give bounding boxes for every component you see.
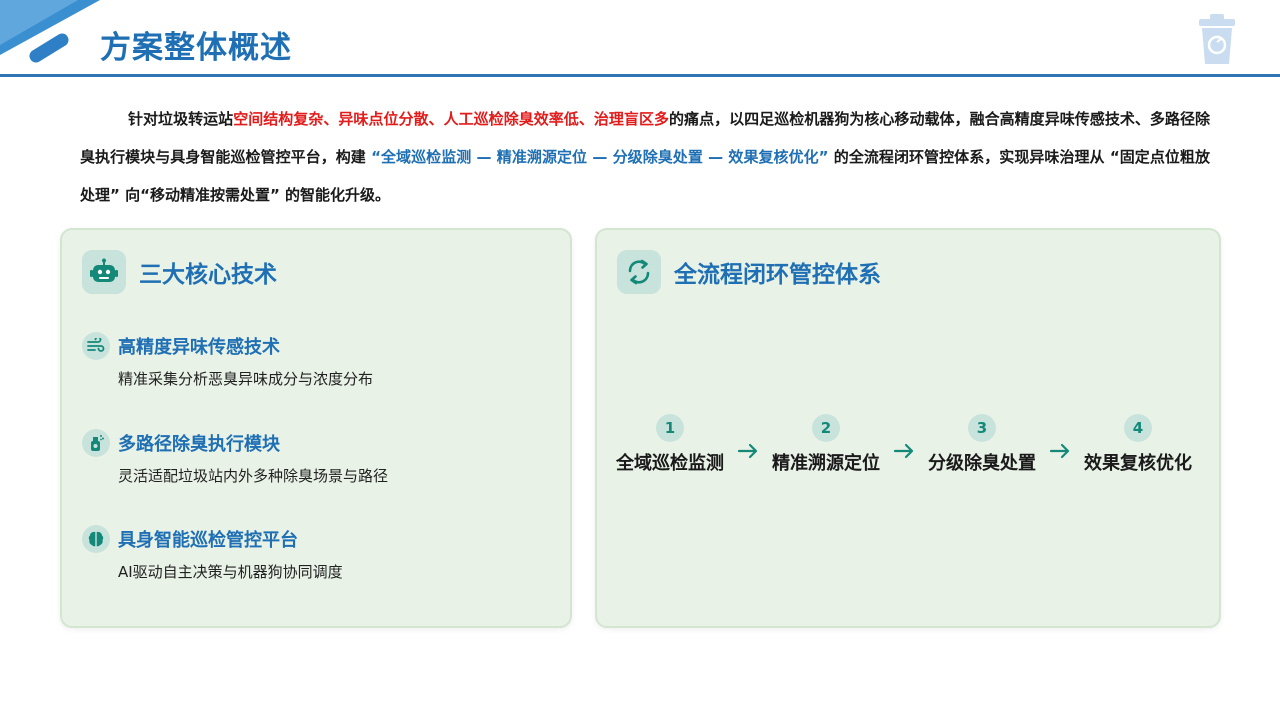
process-step: 3 分级除臭处置	[925, 414, 1039, 475]
step-label: 分级除臭处置	[928, 453, 1036, 474]
step-number: 2	[812, 414, 840, 442]
pain-points-highlight: 空间结构复杂、异味点位分散、人工巡检除臭效率低、治理盲区多	[233, 110, 670, 128]
step-number: 1	[656, 414, 684, 442]
brain-icon	[82, 525, 110, 553]
arrow-right-icon	[883, 438, 925, 464]
spray-icon	[82, 429, 110, 457]
step-label: 精准溯源定位	[772, 453, 880, 474]
tech-item-name: 高精度异味传感技术	[118, 337, 280, 358]
tech-item-desc: AI驱动自主决策与机器狗协同调度	[118, 563, 343, 581]
step-label: 全域巡检监测	[616, 453, 724, 474]
page-title: 方案整体概述	[100, 30, 292, 66]
step-label: 效果复核优化	[1084, 453, 1192, 474]
process-step: 2 精准溯源定位	[769, 414, 883, 475]
process-steps: 1 全域巡检监测 2 精准溯源定位 3 分级除臭处置 4 效果复核优化	[613, 414, 1195, 475]
tech-item: 高精度异味传感技术 精准采集分析恶臭异味成分与浓度分布	[82, 332, 373, 389]
tech-item-name: 具身智能巡检管控平台	[118, 530, 298, 551]
core-tech-title: 三大核心技术	[139, 262, 277, 288]
tech-item-name: 多路径除臭执行模块	[118, 434, 280, 455]
arrow-right-icon	[727, 438, 769, 464]
robot-icon	[82, 250, 126, 294]
recycle-bin-icon	[1199, 14, 1235, 64]
core-tech-header: 三大核心技术	[82, 250, 277, 294]
tech-item-desc: 灵活适配垃圾站内外多种除臭场景与路径	[118, 467, 389, 485]
core-tech-card: 三大核心技术 高精度异味传感技术 精准采集分析恶臭异味成分与浓度分布 多路径除臭…	[60, 228, 572, 628]
tech-item: 具身智能巡检管控平台 AI驱动自主决策与机器狗协同调度	[82, 525, 343, 582]
closed-loop-card: 全流程闭环管控体系 1 全域巡检监测 2 精准溯源定位 3 分级除臭处置 4 效…	[595, 228, 1221, 628]
title-divider	[0, 74, 1280, 77]
tech-item: 多路径除臭执行模块 灵活适配垃圾站内外多种除臭场景与路径	[82, 429, 388, 486]
arrow-right-icon	[1039, 438, 1081, 464]
process-step: 1 全域巡检监测	[613, 414, 727, 475]
process-highlight: “全域巡检监测 — 精准溯源定位 — 分级除臭处置 — 效果复核优化”	[371, 148, 829, 166]
process-step: 4 效果复核优化	[1081, 414, 1195, 475]
closed-loop-title: 全流程闭环管控体系	[674, 262, 881, 288]
step-number: 4	[1124, 414, 1152, 442]
corner-stripes-decoration	[0, 0, 100, 63]
intro-text-1: 针对垃圾转运站	[128, 110, 234, 128]
wind-icon	[82, 332, 110, 360]
closed-loop-header: 全流程闭环管控体系	[617, 250, 881, 294]
cycle-arrows-icon	[617, 250, 661, 294]
step-number: 3	[968, 414, 996, 442]
tech-item-desc: 精准采集分析恶臭异味成分与浓度分布	[118, 370, 374, 388]
intro-paragraph: 针对垃圾转运站空间结构复杂、异味点位分散、人工巡检除臭效率低、治理盲区多的痛点，…	[80, 100, 1210, 214]
